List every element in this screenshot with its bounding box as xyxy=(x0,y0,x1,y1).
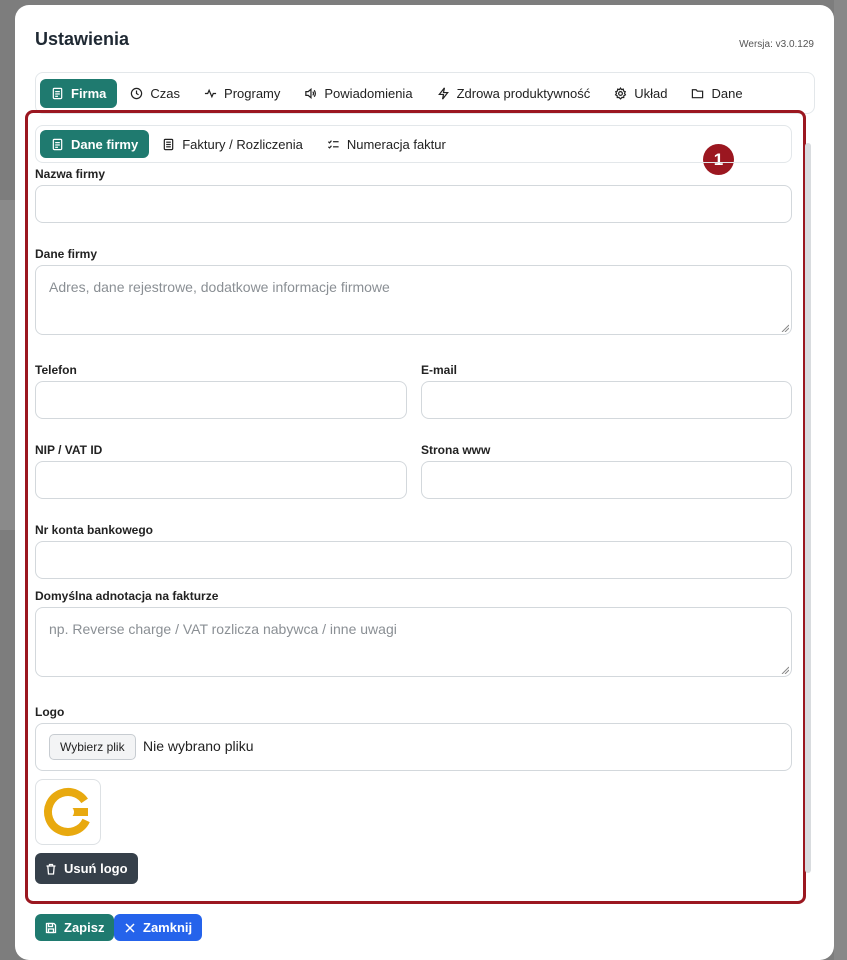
phone-label: Telefon xyxy=(35,363,77,377)
invoice-note-placeholder: np. Reverse charge / VAT rozlicza nabywc… xyxy=(49,621,397,637)
tab-dane[interactable]: Dane xyxy=(680,79,753,108)
close-label: Zamknij xyxy=(143,920,193,935)
invoice-icon xyxy=(163,138,174,150)
nip-input[interactable] xyxy=(35,461,407,499)
email-input[interactable] xyxy=(421,381,792,419)
subtab-dane-firmy[interactable]: Dane firmy xyxy=(40,130,150,158)
tab-firma[interactable]: Firma xyxy=(40,78,118,108)
nip-label: NIP / VAT ID xyxy=(35,443,103,457)
scrollbar[interactable] xyxy=(805,143,811,873)
bolt-icon xyxy=(437,87,449,99)
background-panel xyxy=(834,0,847,960)
tab-zdrowa-produktywnosc[interactable]: Zdrowa produktywność xyxy=(426,79,602,108)
version-label: Wersja: v3.0.129 xyxy=(739,39,814,50)
speaker-icon xyxy=(305,87,317,99)
tab-czas[interactable]: Czas xyxy=(119,79,191,108)
modal-title: Ustawienia xyxy=(35,29,130,49)
logo-label: Logo xyxy=(35,705,65,719)
company-data-textarea[interactable]: Adres, dane rejestrowe, dodatkowe inform… xyxy=(35,265,792,335)
invoice-note-textarea[interactable]: np. Reverse charge / VAT rozlicza nabywc… xyxy=(35,607,792,677)
logo-file-input[interactable]: Wybierz plik Nie wybrano pliku xyxy=(35,723,792,771)
company-name-input[interactable] xyxy=(35,185,792,223)
subtab-numeracja[interactable]: Numeracja faktur xyxy=(316,130,457,158)
tab-label: Czas xyxy=(150,85,181,101)
save-label: Zapisz xyxy=(64,920,105,935)
activity-icon xyxy=(204,88,217,98)
subtab-label: Dane firmy xyxy=(71,136,139,152)
document-icon xyxy=(52,138,63,150)
highlight-frame xyxy=(25,110,806,904)
clock-icon xyxy=(131,87,143,99)
tab-label: Programy xyxy=(224,85,281,101)
company-data-placeholder: Adres, dane rejestrowe, dodatkowe inform… xyxy=(49,279,390,295)
tab-uklad[interactable]: Układ xyxy=(603,79,678,108)
website-label: Strona www xyxy=(421,443,491,457)
resize-grip-icon[interactable] xyxy=(781,324,789,332)
settings-modal: Ustawienia Wersja: v3.0.129 Firma Czas P… xyxy=(15,5,834,960)
gear-icon xyxy=(614,86,627,100)
remove-logo-button[interactable]: Usuń logo xyxy=(35,853,138,884)
main-tabs: Firma Czas Programy Powiadomienia Zdrowa… xyxy=(35,72,815,114)
logo-preview xyxy=(35,779,101,845)
file-status: Nie wybrano pliku xyxy=(143,738,254,754)
trash-icon xyxy=(46,863,56,875)
choose-file-button[interactable]: Wybierz plik xyxy=(49,734,136,760)
phone-input[interactable] xyxy=(35,381,407,419)
company-logo-icon xyxy=(44,788,92,836)
tab-powiadomienia[interactable]: Powiadomienia xyxy=(293,79,423,108)
tab-programy[interactable]: Programy xyxy=(193,79,291,108)
bank-account-label: Nr konta bankowego xyxy=(35,523,154,537)
tab-label: Układ xyxy=(634,85,668,101)
subtab-label: Numeracja faktur xyxy=(346,136,446,152)
tab-label: Firma xyxy=(71,85,107,101)
document-icon xyxy=(52,87,63,99)
company-data-label: Dane firmy xyxy=(35,247,98,261)
subtab-faktury[interactable]: Faktury / Rozliczenia xyxy=(151,130,314,158)
website-input[interactable] xyxy=(421,461,792,499)
tab-label: Zdrowa produktywność xyxy=(456,85,591,101)
resize-grip-icon[interactable] xyxy=(781,666,789,674)
save-icon xyxy=(45,922,57,933)
subtab-label: Faktury / Rozliczenia xyxy=(182,136,303,152)
bank-account-input[interactable] xyxy=(35,541,792,579)
company-name-label: Nazwa firmy xyxy=(35,167,106,181)
tab-label: Powiadomienia xyxy=(324,85,413,101)
close-icon xyxy=(125,922,135,933)
folder-icon xyxy=(692,88,704,98)
remove-logo-label: Usuń logo xyxy=(64,861,128,876)
sub-tabs: Dane firmy Faktury / Rozliczenia Numerac… xyxy=(35,125,792,163)
list-check-icon xyxy=(327,139,339,149)
invoice-note-label: Domyślna adnotacja na fakturze xyxy=(35,589,219,603)
save-button[interactable]: Zapisz xyxy=(35,914,115,941)
close-button[interactable]: Zamknij xyxy=(114,914,203,941)
tab-label: Dane xyxy=(711,85,743,101)
background-panel xyxy=(0,200,15,530)
email-label: E-mail xyxy=(421,363,458,377)
